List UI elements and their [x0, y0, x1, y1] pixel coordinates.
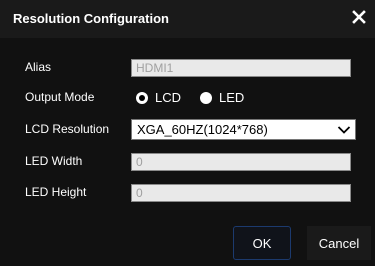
- output-mode-led-label: LED: [219, 90, 245, 105]
- led-height-label: LED Height: [25, 185, 87, 199]
- lcd-resolution-value: XGA_60HZ(1024*768): [137, 122, 268, 137]
- led-width-label: LED Width: [25, 154, 83, 168]
- led-width-row: LED Width: [0, 148, 375, 176]
- output-mode-led-radio[interactable]: LED: [200, 89, 256, 107]
- led-height-field[interactable]: [131, 184, 351, 202]
- output-mode-lcd-radio[interactable]: LCD: [136, 89, 192, 107]
- alias-field[interactable]: [131, 59, 351, 77]
- alias-label: Alias: [25, 60, 52, 74]
- output-mode-label: Output Mode: [25, 90, 95, 104]
- close-icon[interactable]: [347, 4, 371, 30]
- chevron-down-icon: [337, 126, 351, 134]
- resolution-configuration-dialog: Resolution Configuration Alias Output Mo…: [0, 0, 375, 266]
- lcd-resolution-label: LCD Resolution: [25, 122, 110, 136]
- led-height-row: LED Height: [0, 179, 375, 207]
- radio-checked-icon: [136, 92, 148, 104]
- output-mode-lcd-label: LCD: [155, 90, 182, 105]
- lcd-resolution-row: LCD Resolution XGA_60HZ(1024*768): [0, 116, 375, 144]
- alias-row: Alias: [0, 54, 375, 82]
- dialog-titlebar: Resolution Configuration: [0, 0, 375, 38]
- led-width-field[interactable]: [131, 153, 351, 171]
- dialog-title: Resolution Configuration: [13, 11, 169, 26]
- ok-button[interactable]: OK: [233, 226, 291, 260]
- dialog-body: Alias Output Mode LCD LED LCD Resolution…: [0, 38, 375, 266]
- radio-unchecked-icon: [200, 92, 212, 104]
- cancel-button[interactable]: Cancel: [307, 226, 371, 260]
- lcd-resolution-select[interactable]: XGA_60HZ(1024*768): [131, 119, 356, 140]
- output-mode-row: Output Mode LCD LED: [0, 84, 375, 112]
